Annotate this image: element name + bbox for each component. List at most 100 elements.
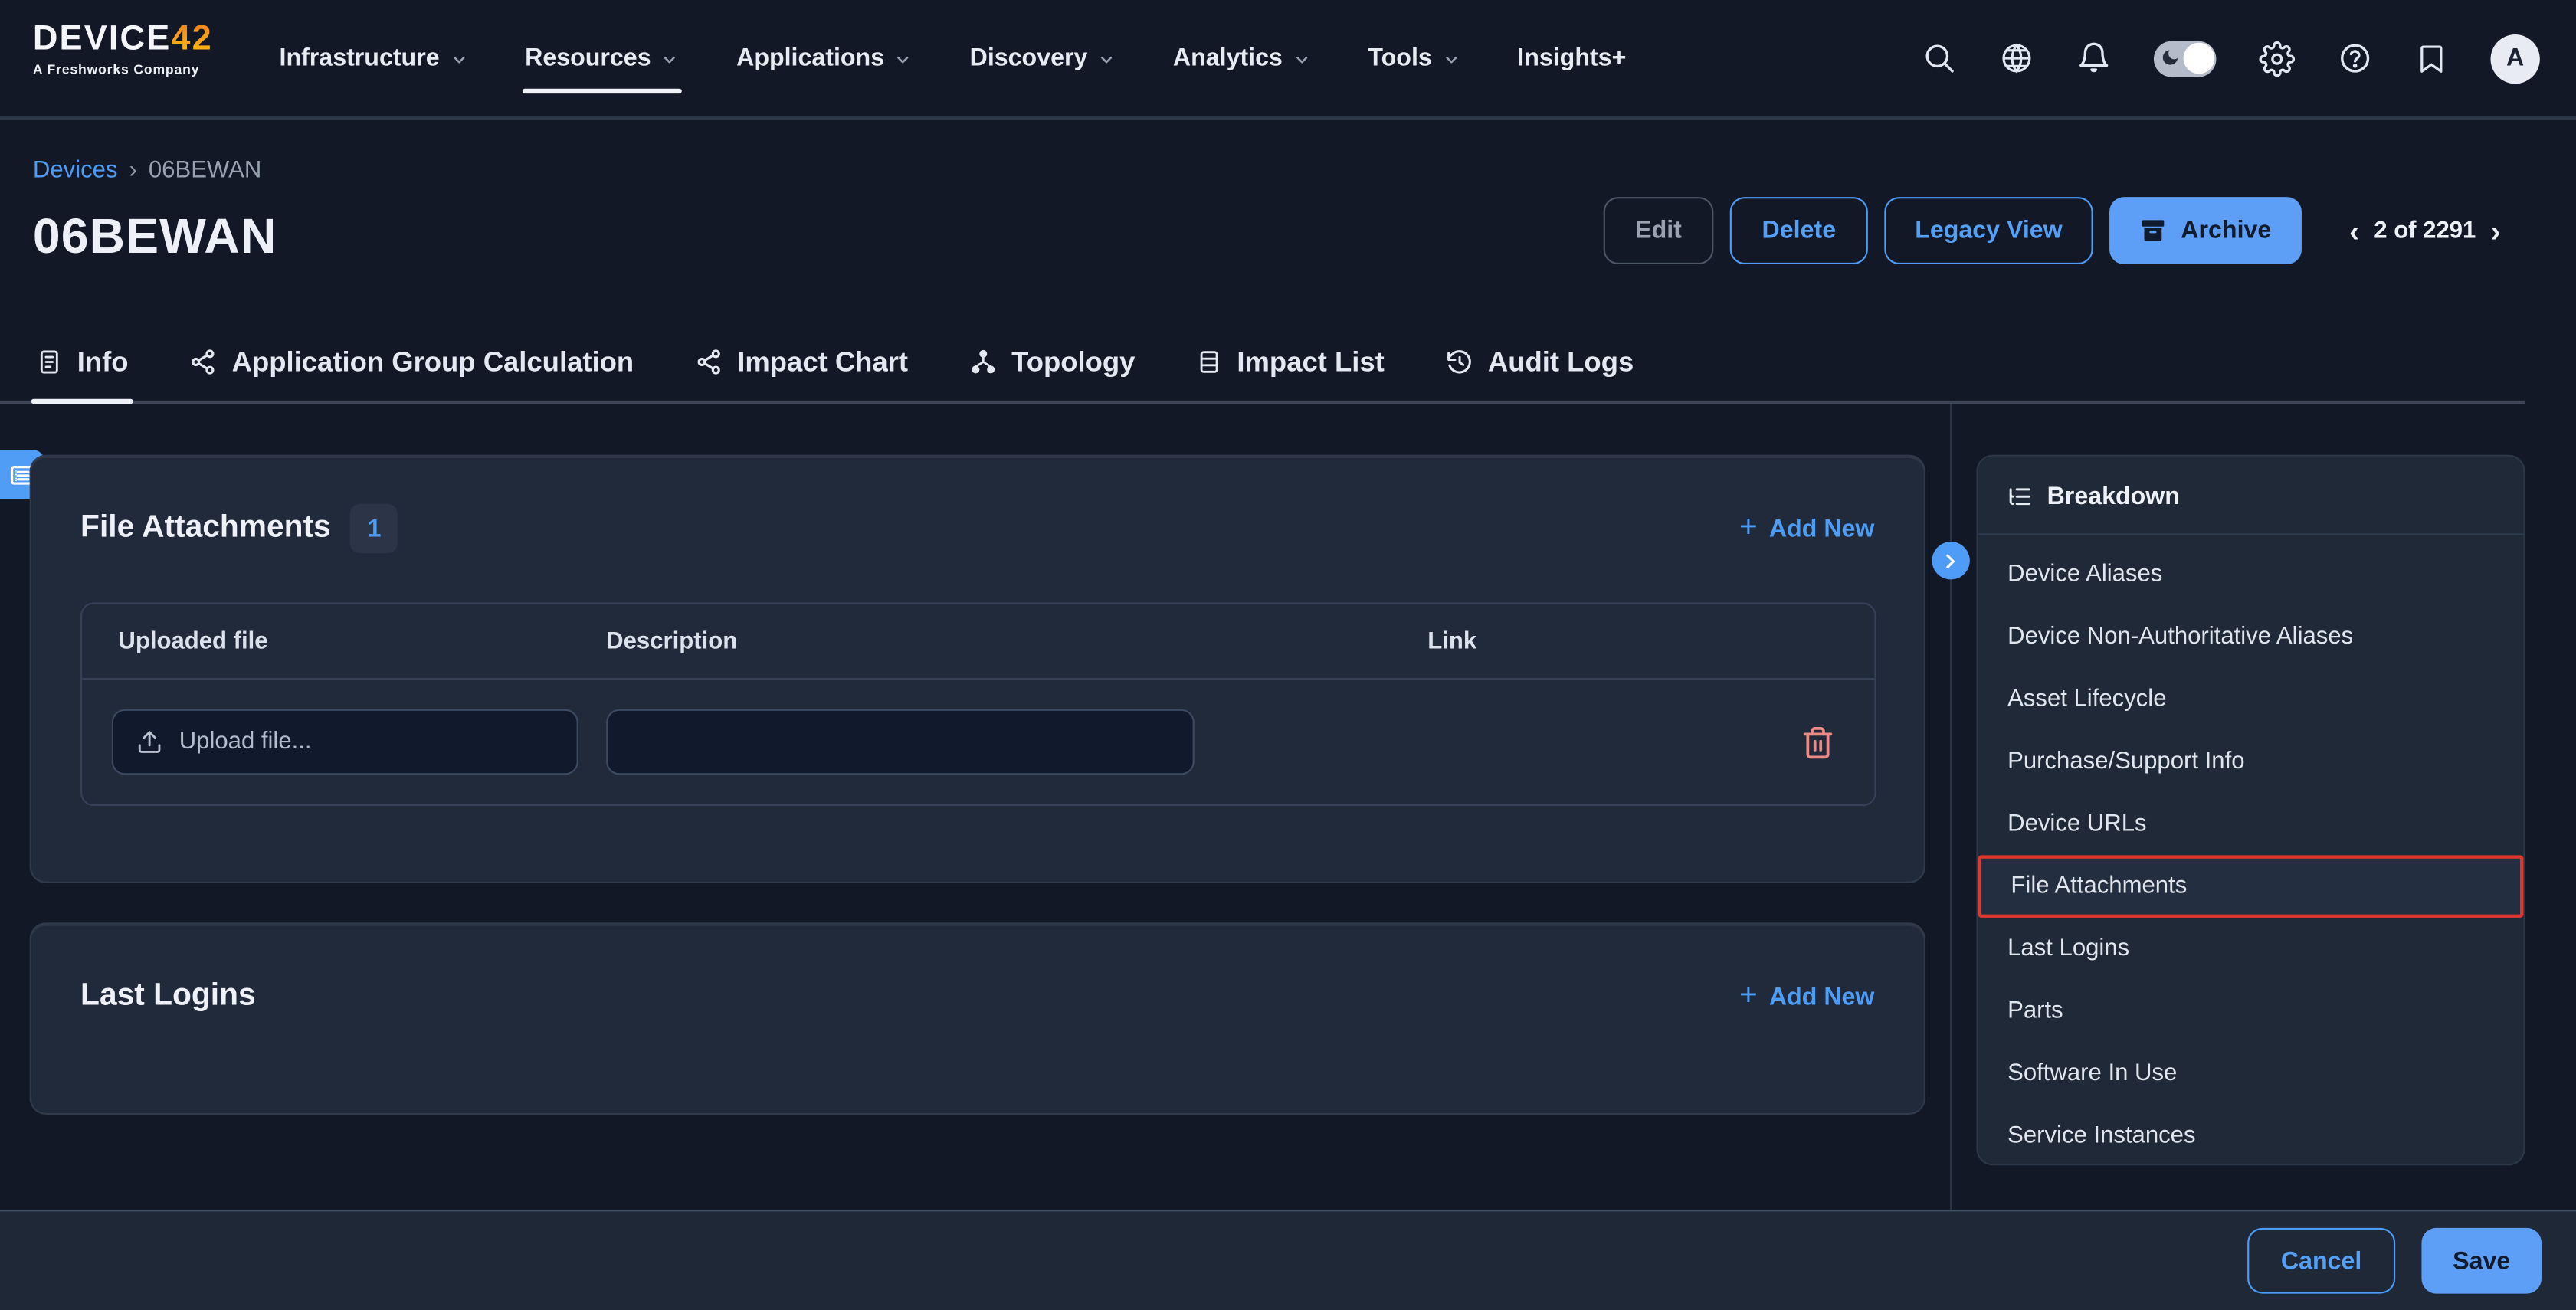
nav-item-discovery[interactable]: Discovery — [970, 0, 1116, 116]
table-row: Upload file... — [82, 680, 1874, 804]
share-network-icon — [694, 348, 722, 375]
last-logins-card: Last Logins + Add New — [30, 922, 1925, 1115]
bookmark-icon[interactable] — [2415, 42, 2448, 75]
chevron-down-icon — [449, 51, 467, 69]
breakdown-title: Breakdown — [2047, 482, 2180, 509]
tab-audit-logs[interactable]: Audit Logs — [1445, 326, 1634, 404]
nav-item-insights[interactable]: Insights+ — [1517, 0, 1626, 116]
column-header-description: Description — [606, 604, 737, 680]
archive-button[interactable]: Archive — [2109, 197, 2302, 264]
nav-item-applications[interactable]: Applications — [736, 0, 912, 116]
upload-file-button[interactable]: Upload file... — [112, 709, 578, 775]
breakdown-divider — [1978, 533, 2524, 535]
file-attachments-title: File Attachments — [80, 510, 331, 546]
pager-prev-icon[interactable]: ‹ — [2349, 216, 2359, 246]
user-avatar[interactable]: A — [2491, 34, 2540, 83]
cancel-button[interactable]: Cancel — [2247, 1228, 2395, 1294]
plus-icon: + — [1739, 980, 1758, 1011]
chevron-down-icon — [1293, 51, 1311, 69]
edit-button[interactable]: Edit — [1604, 197, 1714, 264]
delete-row-trash-icon[interactable] — [1801, 725, 1835, 760]
chevron-down-icon — [660, 51, 679, 69]
file-attachments-add-new-button[interactable]: + Add New — [1739, 514, 1874, 544]
page-title: 06BEWAN — [33, 210, 277, 266]
top-navbar: DEVICE42 A Freshworks Company Infrastruc… — [0, 0, 2576, 120]
breakdown-item-device-urls[interactable]: Device URLs — [1978, 793, 2524, 855]
last-logins-title: Last Logins — [80, 978, 256, 1014]
record-pager: ‹ 2 of 2291 › — [2349, 216, 2500, 246]
breakdown-item-last-logins[interactable]: Last Logins — [1978, 918, 2524, 980]
breadcrumb-devices-link[interactable]: Devices — [33, 158, 118, 184]
file-attachments-card: File Attachments 1 + Add New Uploaded fi… — [30, 455, 1925, 883]
breakdown-item-file-attachments[interactable]: File Attachments — [1978, 855, 2524, 917]
device42-app: DEVICE42 A Freshworks Company Infrastruc… — [0, 0, 2576, 1310]
breakdown-item-device-non-authoritative-aliases[interactable]: Device Non-Authoritative Aliases — [1978, 606, 2524, 668]
description-input[interactable] — [606, 709, 1195, 775]
breadcrumb-current: 06BEWAN — [149, 158, 261, 184]
notifications-bell-icon[interactable] — [2076, 41, 2111, 76]
hierarchy-icon — [968, 348, 996, 375]
table-header-row: Uploaded file Description Link — [82, 604, 1874, 680]
breakdown-panel: Breakdown Device Aliases Device Non-Auth… — [1976, 455, 2525, 1166]
legacy-view-button[interactable]: Legacy View — [1884, 197, 2093, 264]
pager-label: 2 of 2291 — [2374, 218, 2476, 244]
breakdown-item-service-instances[interactable]: Service Instances — [1978, 1105, 2524, 1167]
device42-logo[interactable]: DEVICE42 A Freshworks Company — [33, 21, 213, 77]
toggle-knob — [2182, 43, 2214, 74]
plus-icon: + — [1739, 513, 1758, 544]
content-sidebar-divider — [1950, 404, 1952, 1210]
upload-icon — [136, 729, 162, 755]
tab-info[interactable]: Info — [36, 326, 128, 404]
breakdown-item-software-in-use[interactable]: Software In Use — [1978, 1043, 2524, 1105]
search-icon[interactable] — [1922, 41, 1957, 76]
chevron-right-icon — [1940, 551, 1960, 571]
chevron-down-icon — [894, 51, 913, 69]
nav-item-resources[interactable]: Resources — [525, 0, 679, 116]
save-button[interactable]: Save — [2421, 1228, 2542, 1294]
tab-topology[interactable]: Topology — [968, 326, 1135, 404]
pager-next-icon[interactable]: › — [2491, 216, 2501, 246]
chevron-down-icon — [1097, 51, 1116, 69]
page-actions: Edit Delete Legacy View Archive ‹ 2 of 2… — [1604, 197, 2501, 264]
list-tree-icon — [2007, 483, 2032, 508]
save-bar: Cancel Save — [0, 1210, 2576, 1310]
navbar-utilities: A — [1922, 0, 2540, 116]
logo-subtitle: A Freshworks Company — [33, 62, 213, 77]
logo-42: 42 — [171, 20, 212, 57]
file-attachments-count-badge: 1 — [351, 504, 398, 553]
settings-gear-icon[interactable] — [2259, 41, 2295, 77]
column-header-link: Link — [1427, 604, 1476, 680]
share-network-icon — [189, 348, 217, 375]
breakdown-item-parts[interactable]: Parts — [1978, 980, 2524, 1042]
delete-button[interactable]: Delete — [1730, 197, 1868, 264]
nav-item-infrastructure[interactable]: Infrastructure — [280, 0, 468, 116]
detail-tabs: Info Application Group Calculation Impac… — [36, 326, 1634, 404]
last-logins-add-new-button[interactable]: + Add New — [1739, 981, 1874, 1011]
breakdown-item-device-aliases[interactable]: Device Aliases — [1978, 543, 2524, 605]
chevron-down-icon — [1442, 51, 1460, 69]
archive-icon — [2140, 217, 2168, 244]
nav-item-tools[interactable]: Tools — [1368, 0, 1460, 116]
dark-mode-toggle[interactable] — [2154, 41, 2216, 77]
column-header-uploaded-file: Uploaded file — [118, 604, 267, 680]
upload-file-label: Upload file... — [179, 729, 312, 755]
tab-application-group-calculation[interactable]: Application Group Calculation — [189, 326, 634, 404]
main-nav: Infrastructure Resources Applications Di… — [280, 0, 1627, 116]
file-attachments-table: Uploaded file Description Link Upload fi… — [80, 602, 1876, 806]
moon-icon — [2161, 47, 2181, 67]
breadcrumb: Devices › 06BEWAN — [33, 158, 261, 184]
tab-impact-chart[interactable]: Impact Chart — [694, 326, 908, 404]
tab-impact-list[interactable]: Impact List — [1196, 326, 1385, 404]
globe-icon[interactable] — [1999, 41, 2034, 76]
breakdown-item-asset-lifecycle[interactable]: Asset Lifecycle — [1978, 668, 2524, 730]
sidebar-collapse-button[interactable] — [1931, 542, 1968, 579]
logo-wordmark: DEVICE42 — [33, 21, 213, 56]
list-rows-icon — [1196, 348, 1222, 375]
help-icon[interactable] — [2338, 41, 2372, 76]
breakdown-item-purchase-support-info[interactable]: Purchase/Support Info — [1978, 731, 2524, 793]
document-icon — [36, 348, 62, 375]
history-icon — [1445, 348, 1473, 375]
nav-item-analytics[interactable]: Analytics — [1173, 0, 1310, 116]
breadcrumb-separator: › — [129, 158, 136, 184]
breakdown-list: Device Aliases Device Non-Authoritative … — [1978, 543, 2524, 1167]
